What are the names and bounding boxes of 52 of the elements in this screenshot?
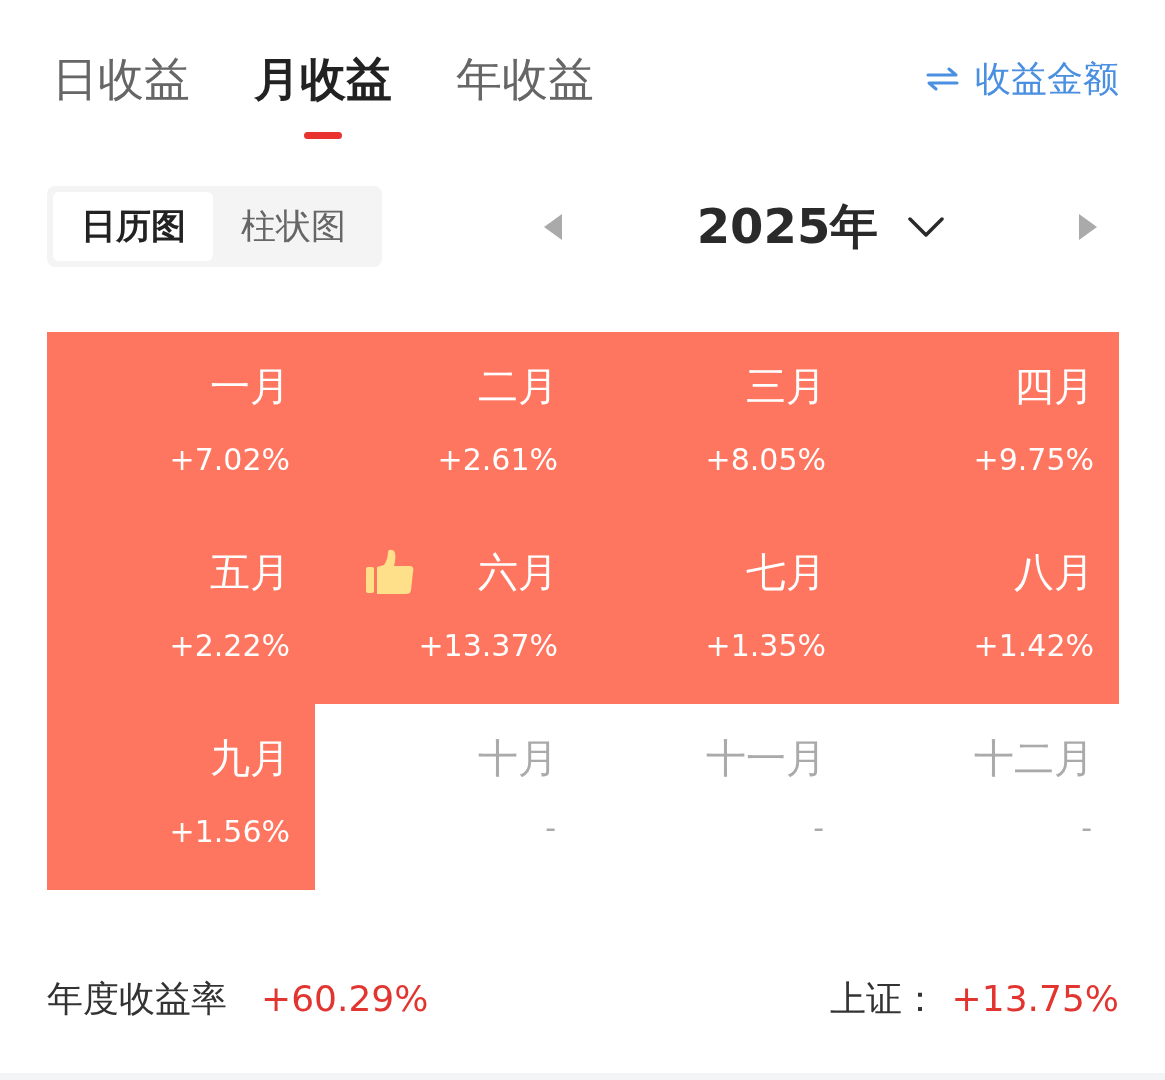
month-cell[interactable]: 八月 +1.42% [851,518,1119,704]
month-name: 十二月 [974,735,1094,781]
view-toggle-option[interactable]: 柱状图 [213,192,373,261]
month-return: +8.05% [705,441,826,479]
month-return: - [545,809,556,847]
month-return: +2.61% [437,441,558,479]
month-cell[interactable]: 六月 +13.37% [315,518,583,704]
month-return: +1.42% [973,627,1094,665]
switch-link[interactable]: 收益金额 [926,57,1119,101]
tab[interactable]: 年收益 [456,51,594,139]
year-picker[interactable]: 2025年 [696,194,945,259]
annual-return-value: +60.29% [261,977,429,1021]
month-name: 九月 [210,735,290,781]
month-name: 一月 [210,363,290,409]
month-return: +7.02% [169,441,290,479]
month-return: +1.35% [705,627,826,665]
month-name: 八月 [1014,549,1094,595]
swap-icon [926,67,959,91]
month-cell[interactable]: 五月 +2.22% [47,518,315,704]
annual-return-label: 年度收益率 [47,977,227,1021]
previous-year-button[interactable] [544,213,562,240]
benchmark-value: +13.75% [951,977,1119,1021]
month-return: +2.22% [169,627,290,665]
month-cell[interactable]: 一月 +7.02% [47,332,315,518]
month-name: 十月 [478,735,558,781]
month-name: 五月 [210,549,290,595]
month-cell[interactable]: 四月 +9.75% [851,332,1119,518]
month-return: +9.75% [973,441,1094,479]
month-cell[interactable]: 三月 +8.05% [583,332,851,518]
next-year-button[interactable] [1079,213,1097,240]
switch-link-label: 收益金额 [975,57,1119,101]
month-name: 四月 [1014,363,1094,409]
month-return: - [1081,809,1092,847]
chevron-down-icon [908,216,945,237]
tab[interactable]: 月收益 [254,51,392,139]
view-toggle-option[interactable]: 日历图 [53,192,213,261]
month-cell[interactable]: 七月 +1.35% [583,518,851,704]
benchmark-label: 上证： [829,977,938,1021]
right-triangle-icon [1079,213,1097,240]
month-name: 六月 [478,549,558,595]
month-return: +13.37% [418,627,558,665]
month-name: 三月 [746,363,826,409]
month-return: +1.56% [169,813,290,851]
month-cell[interactable]: 九月 +1.56% [47,704,315,890]
year-label: 2025年 [696,196,879,256]
left-triangle-icon [544,213,562,240]
month-name: 二月 [478,363,558,409]
month-cell[interactable]: 二月 +2.61% [315,332,583,518]
month-name: 十一月 [706,735,826,781]
month-return: - [813,809,824,847]
tab[interactable]: 日收益 [52,51,190,139]
month-name: 七月 [746,549,826,595]
